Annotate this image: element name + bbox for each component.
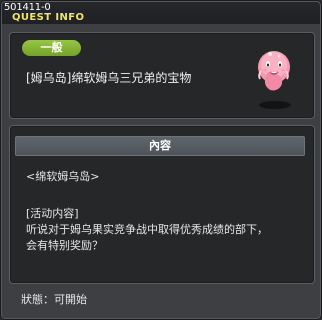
quest-content-panel: 內容 <绵软姆乌岛> [活动内容] 听说对于姆乌果实竞争战中取得优秀成绩的部下，… (9, 125, 315, 284)
title-bar[interactable]: 501411-0 QUEST INFO (2, 2, 320, 24)
window-title: QUEST INFO (12, 12, 85, 23)
quest-summary-panel: 一般 [姆乌岛]绵软姆乌三兄弟的宝物 (9, 32, 315, 119)
content-line-description: 听说对于姆乌果实竞争战中取得优秀成绩的部下， (26, 223, 268, 236)
content-line-description-continued: 会有特别奖励？ (26, 239, 103, 252)
content-line-location: <绵软姆乌岛> (26, 170, 100, 183)
quest-info-window: 501411-0 QUEST INFO 一般 [姆乌岛]绵软姆乌三兄弟的宝物 內… (0, 0, 322, 320)
content-line-activity-label: [活动内容] (26, 207, 79, 220)
pink-mushroom-mascot-icon (258, 51, 291, 109)
content-section-header: 內容 (15, 136, 305, 156)
quest-status: 狀態：可開始 (21, 293, 87, 306)
category-badge: 一般 (22, 40, 81, 56)
quest-name: [姆乌岛]绵软姆乌三兄弟的宝物 (26, 71, 192, 85)
